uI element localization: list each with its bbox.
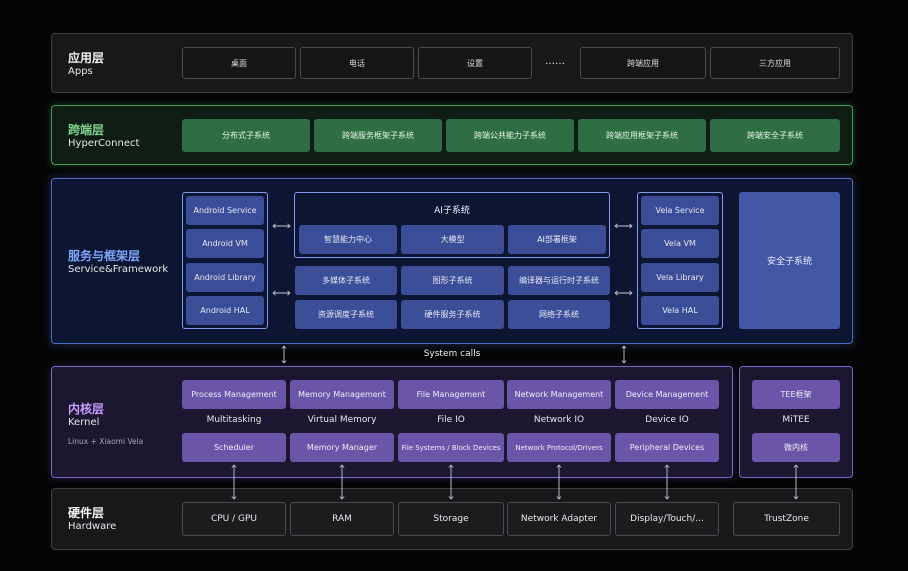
connector-arrows [0,0,908,571]
